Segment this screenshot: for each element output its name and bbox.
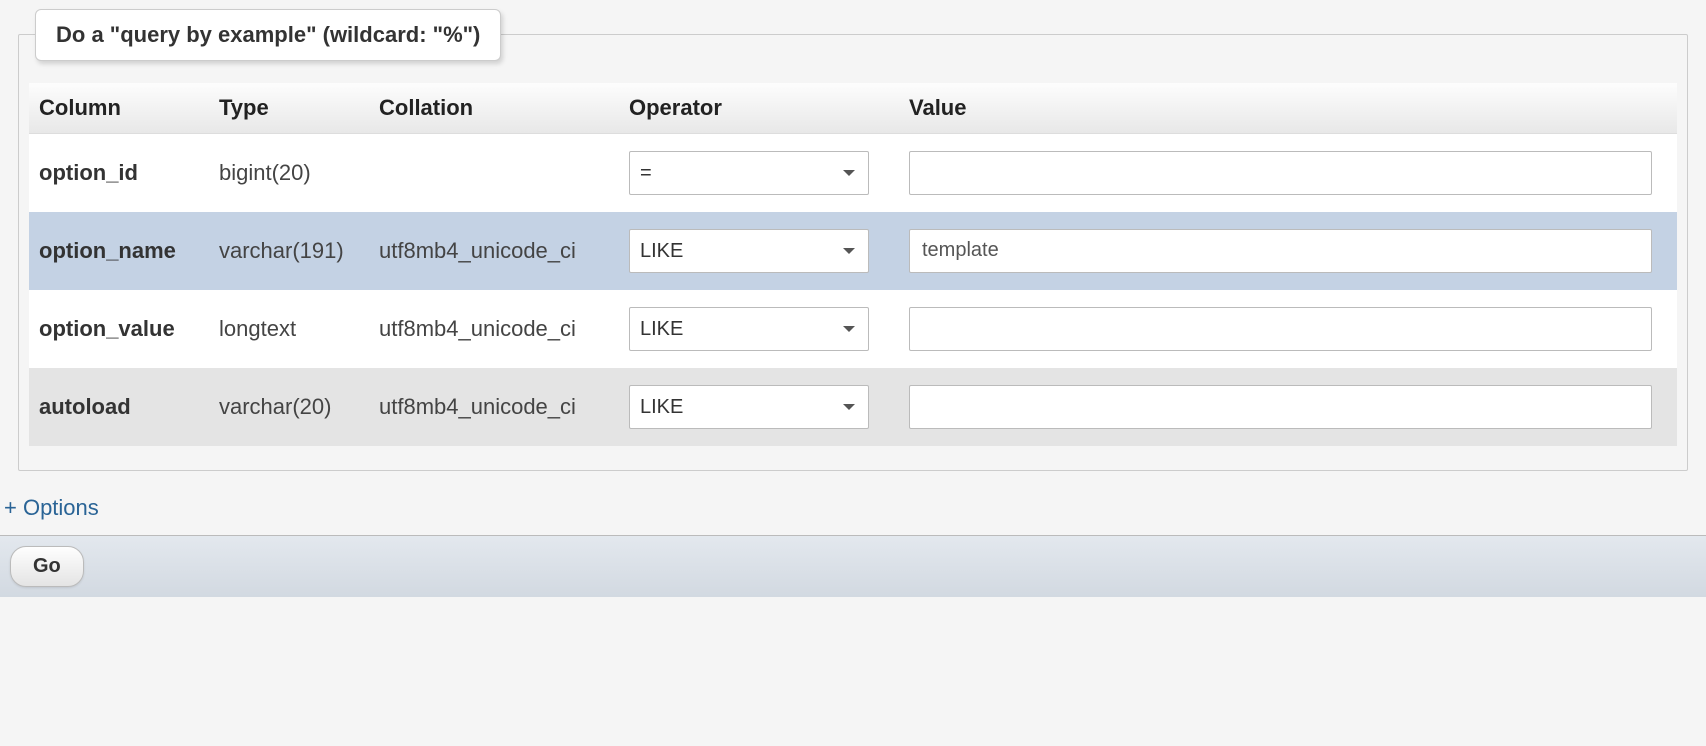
value-input[interactable] [909, 385, 1652, 429]
options-toggle-link[interactable]: + Options [4, 495, 99, 521]
cell-operator: LIKE [619, 212, 899, 290]
operator-select[interactable]: LIKE [629, 229, 869, 273]
cell-collation [369, 134, 619, 212]
cell-operator: LIKE [619, 368, 899, 446]
table-row: option_valuelongtextutf8mb4_unicode_ciLI… [29, 290, 1677, 368]
cell-type: bigint(20) [209, 134, 369, 212]
button-bar: Go [0, 535, 1706, 597]
cell-type: varchar(20) [209, 368, 369, 446]
header-column: Column [29, 83, 209, 134]
cell-column-name: option_value [29, 290, 209, 368]
header-value: Value [899, 83, 1677, 134]
fieldset-legend: Do a "query by example" (wildcard: "%") [35, 9, 501, 61]
value-input[interactable] [909, 229, 1652, 273]
cell-type: longtext [209, 290, 369, 368]
cell-value [899, 290, 1677, 368]
table-row: option_idbigint(20) = [29, 134, 1677, 212]
table-header-row: Column Type Collation Operator Value [29, 83, 1677, 134]
table-row: autoloadvarchar(20)utf8mb4_unicode_ciLIK… [29, 368, 1677, 446]
cell-collation: utf8mb4_unicode_ci [369, 368, 619, 446]
cell-column-name: autoload [29, 368, 209, 446]
header-type: Type [209, 83, 369, 134]
cell-value [899, 134, 1677, 212]
cell-type: varchar(191) [209, 212, 369, 290]
query-by-example-fieldset: Do a "query by example" (wildcard: "%") … [18, 34, 1688, 471]
cell-operator: = [619, 134, 899, 212]
value-input[interactable] [909, 307, 1652, 351]
header-collation: Collation [369, 83, 619, 134]
go-button[interactable]: Go [10, 546, 84, 587]
header-operator: Operator [619, 83, 899, 134]
operator-select[interactable]: LIKE [629, 307, 869, 351]
cell-column-name: option_name [29, 212, 209, 290]
cell-value [899, 368, 1677, 446]
operator-select[interactable]: LIKE [629, 385, 869, 429]
cell-collation: utf8mb4_unicode_ci [369, 290, 619, 368]
cell-value [899, 212, 1677, 290]
query-table: Column Type Collation Operator Value opt… [29, 83, 1677, 446]
operator-select[interactable]: = [629, 151, 869, 195]
table-row: option_namevarchar(191)utf8mb4_unicode_c… [29, 212, 1677, 290]
value-input[interactable] [909, 151, 1652, 195]
cell-collation: utf8mb4_unicode_ci [369, 212, 619, 290]
cell-column-name: option_id [29, 134, 209, 212]
cell-operator: LIKE [619, 290, 899, 368]
